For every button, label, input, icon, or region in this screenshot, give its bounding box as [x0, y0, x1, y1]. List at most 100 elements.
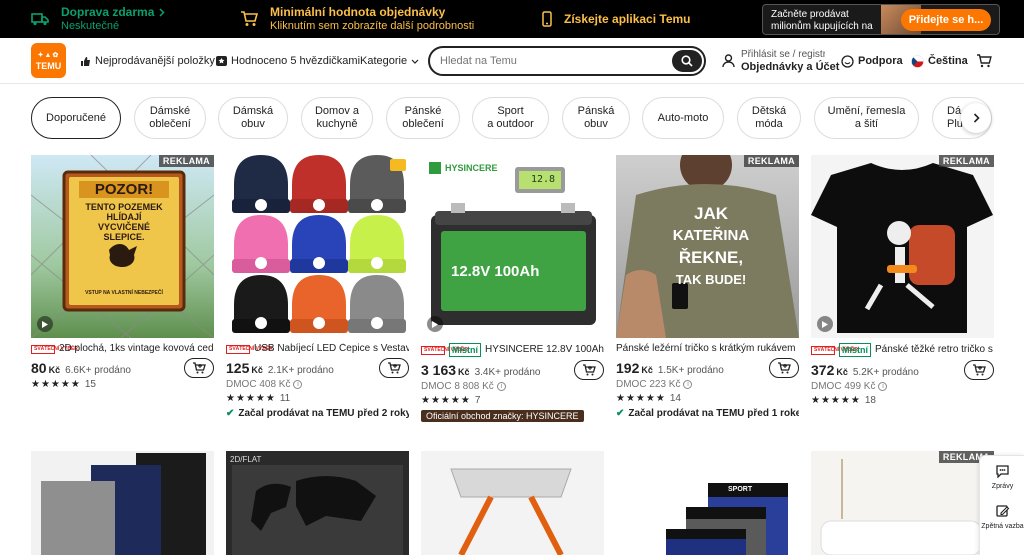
category-chip[interactable]: Auto-moto [642, 97, 724, 139]
product-title-text: Pánské ležérní tričko s krátkým rukávem [616, 343, 796, 354]
category-label: Doporučené [46, 111, 106, 124]
category-next-button[interactable] [961, 103, 991, 133]
messages-button[interactable]: Zprávy [980, 464, 1024, 490]
play-video-icon[interactable] [427, 316, 443, 332]
info-icon[interactable]: i [293, 380, 303, 389]
product-card[interactable]: JAK KATEŘINA ŘEKNE, TAK BUDE! REKLAMA Pá… [616, 155, 799, 419]
battery-brand-label: HYSINCERE [445, 163, 498, 173]
free-shipping-subtitle: Neskutečné [61, 20, 120, 32]
add-to-cart-icon [777, 362, 791, 374]
nav-five-stars[interactable]: Hodnoceno 5 hvězdičkami [216, 38, 360, 84]
price-currency: Kč [641, 365, 653, 375]
product-title[interactable]: SVÁTEČNÍ VÝBĚR Místní HYSINCERE 12.8V 10… [421, 343, 604, 357]
category-label: Dámská [232, 105, 274, 117]
product-image-row2[interactable] [31, 451, 214, 555]
add-to-cart-button[interactable] [769, 358, 799, 378]
add-to-cart-button[interactable] [379, 358, 409, 378]
nav-bestsellers[interactable]: Nejprodávanější položky [80, 38, 215, 84]
product-title[interactable]: Pánské ležérní tričko s krátkým rukávem [616, 343, 799, 355]
feedback-edit-icon [995, 504, 1010, 520]
search-button[interactable] [672, 50, 702, 72]
product-title[interactable]: SVÁTEČNÍ VÝBĚR Místní Pánské těžké retro… [811, 343, 994, 357]
sofa-illustration [820, 459, 982, 555]
category-chip[interactable]: Sport a outdoor [472, 97, 549, 139]
seller-promo-line1: Začněte prodávat [771, 9, 849, 20]
local-badge: Místní [449, 343, 481, 357]
chevron-right-icon [973, 113, 980, 123]
category-label: Pánská [577, 105, 615, 117]
category-chip[interactable]: Dámská obuv [218, 97, 288, 139]
holiday-pick-badge: SVÁTEČNÍ VÝBĚR [421, 345, 468, 355]
join-seller-button[interactable]: Přidejte se h... [901, 9, 991, 31]
product-price: 3 163 [421, 362, 457, 378]
product-card[interactable]: REKLAMA SVÁTEČNÍ VÝBĚR Místní Pánské těž… [811, 155, 994, 406]
search-input[interactable] [440, 55, 660, 67]
sign-line-5: SLEPICE. [103, 232, 145, 242]
add-to-cart-button[interactable] [964, 360, 994, 380]
rating-count: 11 [279, 393, 291, 404]
product-title-text: USB Nabíjecí LED Čepice s Vestavěným [254, 343, 409, 354]
search-box [428, 46, 706, 76]
product-card[interactable]: SVÁTEČNÍ VÝBĚR USB Nabíjecí LED Čepice s… [226, 155, 409, 419]
category-chip[interactable]: Umění, řemesla a šití [814, 97, 919, 139]
get-app-banner[interactable]: Získejte aplikaci Temu [542, 0, 691, 38]
product-image[interactable]: HYSINCERE 12.8 12.8V 100Ah [421, 155, 604, 338]
thumbs-up-icon [80, 56, 91, 67]
product-title[interactable]: SVÁTEČNÍ VÝBĚR USB Nabíjecí LED Čepice s… [226, 343, 409, 355]
play-video-icon[interactable] [817, 316, 833, 332]
category-label: Dětská [751, 105, 787, 117]
beanies-illustration [232, 155, 406, 333]
rating: ★★★★★ 18 [811, 395, 994, 406]
product-card[interactable]: HYSINCERE 12.8 12.8V 100Ah SVÁTEČNÍ VÝBĚ… [421, 155, 604, 424]
product-image-row2[interactable]: 2D/FLAT [226, 451, 409, 555]
add-to-cart-icon [972, 364, 986, 376]
play-video-icon[interactable] [37, 316, 53, 332]
main-header: ✦▲✿ TEMU Nejprodávanější položky Hodnoce… [0, 38, 1024, 84]
category-chip[interactable]: Dětská móda [737, 97, 801, 139]
tshirt-line-4: TAK BUDE! [675, 272, 747, 287]
account-menu[interactable]: Přihlásit se / registrovat Objednávky a … [722, 38, 839, 84]
product-image-row2[interactable] [421, 451, 604, 555]
rating: ★★★★★ 15 [31, 379, 214, 390]
product-title-text: Pánské těžké retro tričko s krátkým ruká… [875, 344, 994, 355]
category-chip[interactable]: Pánská obuv [562, 97, 630, 139]
product-card[interactable]: POZOR! TENTO POZEMEK HLÍDAJÍ VYCVIČENÉ S… [31, 155, 214, 390]
cart-button[interactable] [976, 38, 992, 84]
product-image[interactable]: REKLAMA [811, 155, 994, 338]
free-shipping-banner[interactable]: Doprava zdarma Neskutečné [31, 0, 165, 38]
product-image-row2[interactable]: SPORT [616, 451, 799, 555]
ad-badge: REKLAMA [743, 155, 799, 167]
info-icon[interactable]: i [683, 380, 693, 389]
info-icon[interactable]: i [496, 382, 506, 391]
nav-categories[interactable]: Kategorie [360, 38, 419, 84]
original-price-text: DMOC 223 Kč [616, 379, 681, 390]
product-image[interactable]: POZOR! TENTO POZEMEK HLÍDAJÍ VYCVIČENÉ S… [31, 155, 214, 338]
product-image[interactable]: JAK KATEŘINA ŘEKNE, TAK BUDE! REKLAMA [616, 155, 799, 338]
product-price: 192 [616, 360, 640, 376]
temu-logo[interactable]: ✦▲✿ TEMU [31, 43, 66, 78]
minimum-order-banner[interactable]: Minimální hodnota objednávky Kliknutím s… [240, 0, 474, 38]
category-chip-recommended[interactable]: Doporučené [31, 97, 121, 139]
floating-help-sidebar: Zprávy Zpětná vazba [979, 455, 1024, 555]
category-chip[interactable]: Domov a kuchyně [301, 97, 373, 139]
product-title[interactable]: SVÁTEČNÍ VÝBĚR 2D plochá, 1ks vintage ko… [31, 343, 214, 355]
rating: ★★★★★ 7 [421, 395, 604, 406]
original-price: DMOC 408 Kč i [226, 379, 409, 390]
category-label-2: oblečení [149, 118, 191, 130]
product-image[interactable] [226, 155, 409, 338]
product-image-row2[interactable]: REKLAMA [811, 451, 994, 555]
category-chip[interactable]: Dámské oblečení [134, 97, 206, 139]
official-store-badge[interactable]: Oficiální obchod značky: HYSINCERE [421, 410, 584, 422]
rating-count: 15 [84, 379, 96, 390]
add-to-cart-button[interactable] [184, 358, 214, 378]
support-link[interactable]: Podpora [841, 38, 903, 84]
feedback-button[interactable]: Zpětná vazba [980, 504, 1024, 530]
info-icon[interactable]: i [878, 382, 888, 391]
add-to-cart-button[interactable] [574, 360, 604, 380]
seller-promo[interactable]: Začněte prodávat milionům kupujících na … [762, 4, 1000, 35]
category-label: Pánské [404, 105, 442, 117]
category-chip[interactable]: Pánské oblečení [386, 97, 460, 139]
language-selector[interactable]: Čeština [911, 38, 968, 84]
product-title-text: HYSINCERE 12.8V 100Ah LiFePO4 [485, 344, 604, 355]
ad-badge: REKLAMA [158, 155, 214, 167]
